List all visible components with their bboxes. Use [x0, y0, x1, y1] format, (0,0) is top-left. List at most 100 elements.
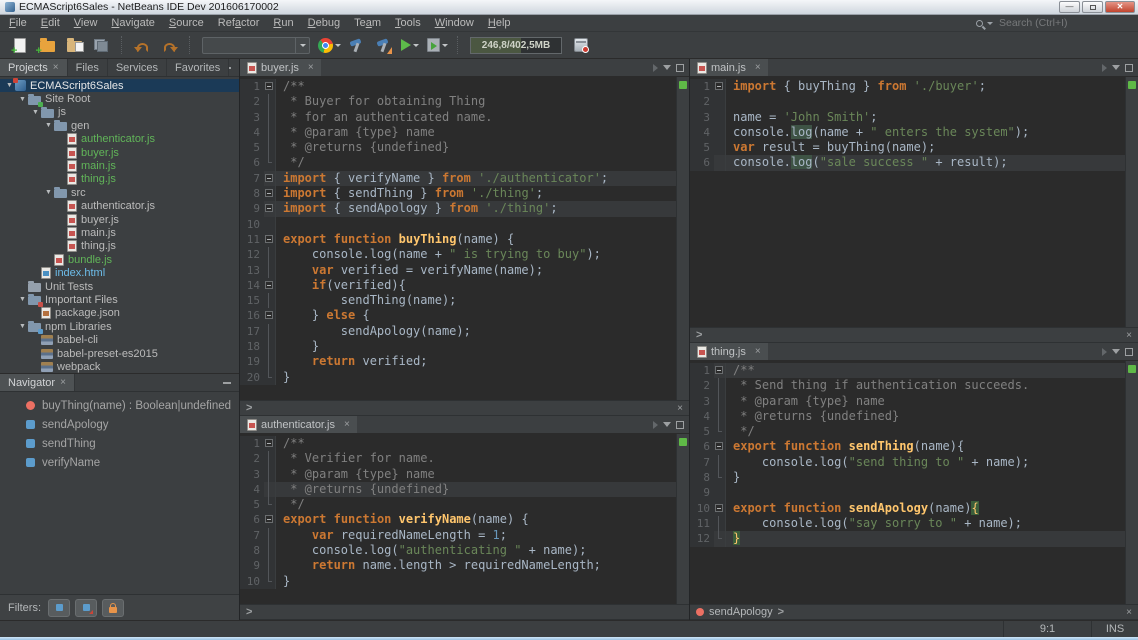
code-line[interactable]: 8import { sendThing } from './thing';: [240, 186, 676, 201]
close-icon[interactable]: ×: [60, 377, 66, 388]
debug-project-button[interactable]: [425, 34, 449, 56]
code-line[interactable]: 9 return name.length > requiredNameLengt…: [240, 558, 676, 573]
code-fold-icon[interactable]: [714, 439, 726, 454]
tree-item-unit-tests[interactable]: Unit Tests: [0, 280, 239, 293]
menu-tools[interactable]: Tools: [388, 17, 428, 29]
tree-item-ecmascript6sales[interactable]: ▼ECMAScript6Sales: [0, 79, 239, 92]
code-line[interactable]: 9: [690, 485, 1125, 500]
tree-item-main-js[interactable]: main.js: [0, 226, 239, 239]
tree-item-important-files[interactable]: ▼Important Files: [0, 293, 239, 306]
code-line[interactable]: 18 }: [240, 339, 676, 354]
code-line[interactable]: 1import { buyThing } from './buyer';: [690, 79, 1125, 94]
code-line[interactable]: 2 * Send thing if authentication succeed…: [690, 378, 1125, 393]
code-line[interactable]: 11 console.log("say sorry to " + name);: [690, 516, 1125, 531]
tab-services[interactable]: Services: [108, 59, 167, 76]
tree-item-package-json[interactable]: package.json: [0, 307, 239, 320]
code-line[interactable]: 11export function buyThing(name) {: [240, 232, 676, 247]
code-line[interactable]: 12 console.log(name + " is trying to buy…: [240, 247, 676, 262]
clean-build-button[interactable]: [371, 34, 395, 56]
code-line[interactable]: 6export function sendThing(name){: [690, 439, 1125, 454]
expand-arrow-icon[interactable]: ▼: [43, 189, 54, 196]
code-line[interactable]: 7import { verifyName } from './authentic…: [240, 171, 676, 186]
tree-item-gen[interactable]: ▼gen: [0, 119, 239, 132]
code-line[interactable]: 3 * @param {type} name: [240, 467, 676, 482]
code-line[interactable]: 15 sendThing(name);: [240, 293, 676, 308]
expand-arrow-icon[interactable]: ▼: [30, 109, 41, 116]
close-icon[interactable]: ×: [1126, 330, 1132, 341]
close-icon[interactable]: ×: [344, 419, 350, 430]
menu-navigate[interactable]: Navigate: [104, 17, 161, 29]
code-line[interactable]: 20}: [240, 370, 676, 385]
thing-editor[interactable]: 1/**2 * Send thing if authentication suc…: [690, 361, 1138, 604]
tab-buyer-js[interactable]: buyer.js×: [240, 59, 321, 76]
code-line[interactable]: 4 * @returns {undefined}: [240, 482, 676, 497]
tab-list-icon[interactable]: [1112, 349, 1120, 354]
expand-arrow-icon[interactable]: ▼: [17, 323, 28, 330]
navigator-item-verifyname[interactable]: verifyName: [0, 453, 239, 472]
code-line[interactable]: 1/**: [690, 363, 1125, 378]
restore-button[interactable]: [1082, 1, 1103, 13]
close-icon[interactable]: ×: [755, 346, 761, 357]
expand-arrow-icon[interactable]: ▼: [43, 122, 54, 129]
maximize-pane-icon[interactable]: [676, 421, 684, 429]
configuration-combobox[interactable]: [202, 37, 310, 54]
undo-button[interactable]: [130, 34, 154, 56]
search-dropdown-icon[interactable]: [987, 22, 993, 25]
code-fold-icon[interactable]: [264, 186, 276, 201]
tab-authenticator-js[interactable]: authenticator.js×: [240, 416, 357, 433]
code-line[interactable]: 14 if(verified){: [240, 278, 676, 293]
code-line[interactable]: 9import { sendApology } from './thing';: [240, 201, 676, 216]
navigator-item-buything[interactable]: buyThing(name) : Boolean|undefined: [0, 396, 239, 415]
code-line[interactable]: 5 * @returns {undefined}: [240, 140, 676, 155]
code-line[interactable]: 7 console.log("send thing to " + name);: [690, 455, 1125, 470]
tab-main-js[interactable]: main.js×: [690, 59, 768, 76]
memory-indicator[interactable]: 246,8/402,5MB: [470, 37, 562, 54]
code-line[interactable]: 4console.log(name + " enters the system"…: [690, 125, 1125, 140]
menu-refactor[interactable]: Refactor: [211, 17, 267, 29]
code-line[interactable]: 5 */: [240, 497, 676, 512]
tree-item-thing-js[interactable]: thing.js: [0, 240, 239, 253]
code-fold-icon[interactable]: [264, 278, 276, 293]
expand-arrow-icon[interactable]: ▼: [4, 82, 15, 89]
code-fold-icon[interactable]: [264, 201, 276, 216]
open-project-button[interactable]: [62, 34, 86, 56]
tab-navigator[interactable]: Navigator×: [0, 374, 75, 391]
tree-item-webpack[interactable]: webpack: [0, 360, 239, 373]
code-fold-icon[interactable]: [264, 436, 276, 451]
tree-item-js[interactable]: ▼js: [0, 106, 239, 119]
tree-item-buyer-js[interactable]: buyer.js: [0, 146, 239, 159]
tab-thing-js[interactable]: thing.js×: [690, 343, 768, 360]
tree-item-site-root[interactable]: ▼Site Root: [0, 92, 239, 105]
scroll-tabs-right-icon[interactable]: [1102, 348, 1107, 356]
maximize-pane-icon[interactable]: [1125, 64, 1133, 72]
code-line[interactable]: 6export function verifyName(name) {: [240, 512, 676, 527]
code-fold-icon[interactable]: [264, 308, 276, 323]
close-icon[interactable]: ×: [308, 62, 314, 73]
code-fold-icon[interactable]: [714, 79, 726, 94]
combobox-arrow[interactable]: [295, 38, 309, 53]
maximize-pane-icon[interactable]: [1125, 348, 1133, 356]
menu-edit[interactable]: Edit: [34, 17, 67, 29]
save-all-button[interactable]: [89, 34, 113, 56]
close-icon[interactable]: ×: [677, 403, 683, 414]
code-fold-icon[interactable]: [264, 232, 276, 247]
code-fold-icon[interactable]: [714, 363, 726, 378]
tree-item-thing-js[interactable]: thing.js: [0, 173, 239, 186]
code-line[interactable]: 6 */: [240, 155, 676, 170]
show-fields-button[interactable]: [48, 599, 70, 617]
code-line[interactable]: 12}: [690, 531, 1125, 546]
code-line[interactable]: 10: [240, 217, 676, 232]
code-line[interactable]: 3 * for an authenticated name.: [240, 110, 676, 125]
code-line[interactable]: 8 console.log("authenticating " + name);: [240, 543, 676, 558]
code-line[interactable]: 4 * @param {type} name: [240, 125, 676, 140]
menu-help[interactable]: Help: [481, 17, 518, 29]
show-non-public-button[interactable]: [102, 599, 124, 617]
new-file-button[interactable]: [8, 34, 32, 56]
tab-list-icon[interactable]: [1112, 65, 1120, 70]
menu-team[interactable]: Team: [347, 17, 388, 29]
tab-favorites[interactable]: Favorites: [167, 59, 229, 76]
main-editor[interactable]: 1import { buyThing } from './buyer';23na…: [690, 77, 1138, 327]
tree-item-authenticator-js[interactable]: authenticator.js: [0, 200, 239, 213]
show-inherited-button[interactable]: [75, 599, 97, 617]
tree-item-index-html[interactable]: index.html: [0, 266, 239, 279]
